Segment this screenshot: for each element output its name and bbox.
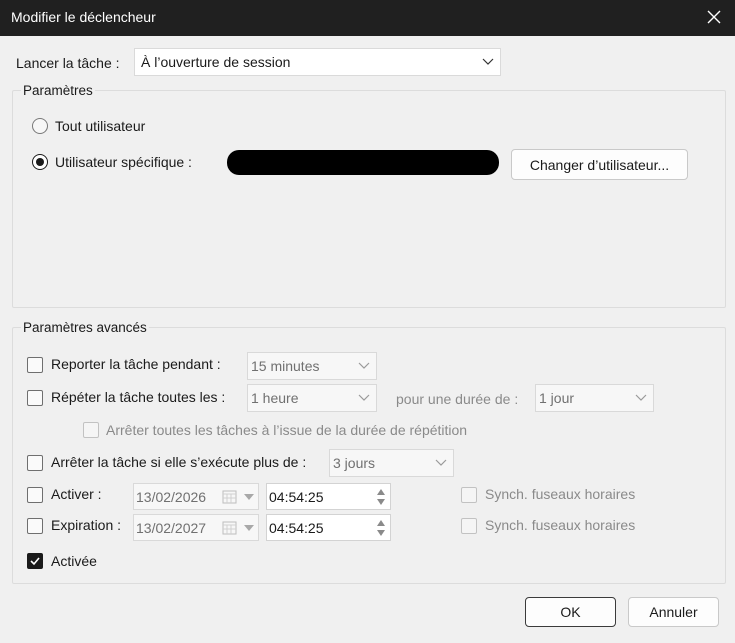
activate-date-picker[interactable]: 13/02/2026	[133, 483, 259, 510]
close-button[interactable]	[703, 6, 725, 28]
ok-button[interactable]: OK	[525, 597, 616, 627]
change-user-label: Changer d’utilisateur...	[529, 156, 670, 173]
repeat-label: Répéter la tâche toutes les :	[51, 389, 226, 405]
expiration-time-field[interactable]: 04:54:25	[266, 514, 391, 541]
settings-title: Paramètres	[21, 83, 95, 98]
activate-checkbox[interactable]	[27, 487, 43, 503]
duration-select[interactable]: 1 jour	[535, 384, 654, 412]
any-user-label: Tout utilisateur	[55, 118, 146, 134]
chevron-down-icon	[635, 394, 647, 401]
enabled-label: Activée	[51, 553, 97, 569]
close-icon	[707, 10, 721, 24]
stop-if-longer-select[interactable]: 3 jours	[329, 449, 454, 477]
spin-down-icon[interactable]	[376, 529, 386, 537]
trigger-label: Lancer la tâche :	[16, 55, 120, 71]
delay-label: Reporter la tâche pendant :	[51, 356, 221, 372]
chevron-down-icon	[244, 494, 254, 500]
expiration-date-value: 13/02/2027	[136, 519, 207, 536]
delay-select[interactable]: 15 minutes	[247, 352, 377, 380]
stop-if-longer-value: 3 jours	[333, 455, 376, 471]
stop-all-checkbox[interactable]	[83, 422, 99, 438]
chevron-down-icon	[358, 362, 370, 369]
chevron-down-icon	[244, 525, 254, 531]
trigger-value: À l’ouverture de session	[141, 54, 291, 70]
expiration-checkbox[interactable]	[27, 518, 43, 534]
chevron-down-icon	[482, 58, 494, 65]
stop-if-longer-checkbox[interactable]	[27, 455, 43, 471]
cancel-button[interactable]: Annuler	[628, 597, 719, 627]
activate-date-value: 13/02/2026	[136, 488, 207, 505]
expiration-sync-checkbox[interactable]	[461, 518, 477, 534]
calendar-icon	[222, 490, 237, 504]
spin-down-icon[interactable]	[376, 498, 386, 506]
spin-up-icon[interactable]	[376, 519, 386, 527]
spin-up-icon[interactable]	[376, 488, 386, 496]
enabled-checkbox[interactable]	[27, 553, 43, 569]
redacted-username	[227, 150, 499, 175]
chevron-down-icon	[358, 394, 370, 401]
repeat-select[interactable]: 1 heure	[247, 384, 377, 412]
delay-checkbox[interactable]	[27, 357, 43, 373]
checkmark-icon	[30, 557, 40, 566]
radio-specific-user[interactable]	[32, 154, 48, 170]
delay-value: 15 minutes	[251, 358, 320, 374]
activate-sync-checkbox[interactable]	[461, 487, 477, 503]
ok-label: OK	[560, 604, 581, 620]
title-bar: Modifier le déclencheur	[0, 0, 735, 36]
activate-label: Activer :	[51, 486, 102, 502]
duration-label: pour une durée de :	[396, 391, 519, 407]
cancel-label: Annuler	[649, 604, 698, 620]
chevron-down-icon	[435, 459, 447, 466]
calendar-icon	[222, 521, 237, 535]
stop-if-longer-label: Arrêter la tâche si elle s’exécute plus …	[51, 454, 307, 470]
window-title: Modifier le déclencheur	[11, 9, 156, 25]
expiration-time-value: 04:54:25	[269, 519, 324, 536]
repeat-value: 1 heure	[251, 390, 299, 406]
activate-time-value: 04:54:25	[269, 488, 324, 505]
specific-user-label: Utilisateur spécifique :	[55, 154, 192, 170]
duration-value: 1 jour	[539, 390, 575, 406]
change-user-button[interactable]: Changer d’utilisateur...	[511, 149, 688, 180]
advanced-title: Paramètres avancés	[21, 320, 149, 335]
repeat-checkbox[interactable]	[27, 390, 43, 406]
stop-all-label: Arrêter toutes les tâches à l’issue de l…	[106, 422, 468, 438]
expiration-label: Expiration :	[51, 517, 122, 533]
activate-sync-label: Synch. fuseaux horaires	[485, 486, 636, 502]
expiration-date-picker[interactable]: 13/02/2027	[133, 514, 259, 541]
activate-time-field[interactable]: 04:54:25	[266, 483, 391, 510]
radio-any-user[interactable]	[32, 118, 48, 134]
trigger-select[interactable]: À l’ouverture de session	[134, 48, 501, 76]
expiration-sync-label: Synch. fuseaux horaires	[485, 517, 636, 533]
